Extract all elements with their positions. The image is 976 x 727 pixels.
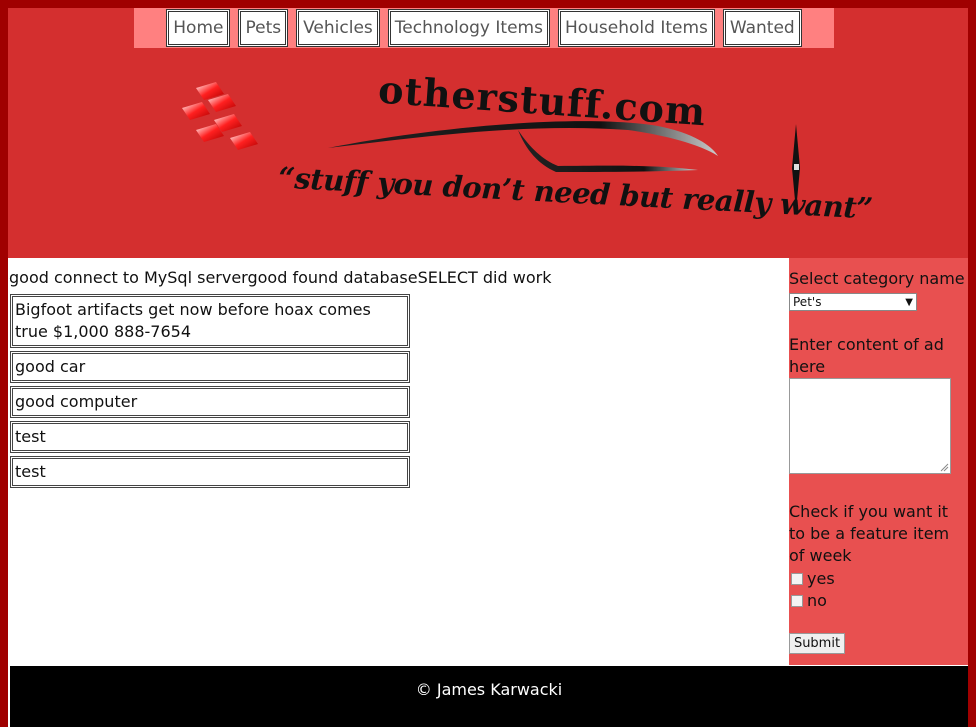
category-select[interactable]: Pet's ▼	[789, 293, 917, 311]
page-frame: Home Pets Vehicles Technology Items Hous…	[8, 8, 968, 727]
ad-cell: test	[10, 456, 410, 488]
site-footer: © James Karwacki	[10, 666, 968, 727]
nav-household-items[interactable]: Household Items	[557, 9, 715, 47]
nav-home[interactable]: Home	[166, 9, 231, 47]
feature-no-checkbox[interactable]	[791, 594, 803, 607]
main-nav: Home Pets Vehicles Technology Items Hous…	[134, 8, 834, 48]
dropdown-arrow-icon: ▼	[905, 296, 913, 308]
site-logo: otherstuff.com “stuff you don’t need but…	[178, 67, 873, 238]
ad-cell: good computer	[10, 386, 410, 418]
table-row: Bigfoot artifacts get now before hoax co…	[10, 294, 410, 348]
ad-cell: test	[10, 421, 410, 453]
main-content: good connect to MySql servergood found d…	[8, 258, 789, 665]
feature-yes-row: yes	[791, 569, 835, 588]
ads-table: Bigfoot artifacts get now before hoax co…	[10, 291, 410, 491]
table-row: good car	[10, 351, 410, 383]
table-row: test	[10, 421, 410, 453]
nav-vehicles[interactable]: Vehicles	[296, 9, 380, 47]
content-label: Enter content of ad here	[789, 335, 944, 376]
submit-button[interactable]: Submit	[789, 633, 845, 654]
flag-icon	[182, 82, 258, 150]
nav-pets[interactable]: Pets	[238, 9, 289, 47]
status-text: good connect to MySql servergood found d…	[9, 268, 552, 287]
ad-content-textarea[interactable]	[789, 378, 951, 474]
table-row: good computer	[10, 386, 410, 418]
resize-handle-icon	[940, 463, 949, 472]
feature-yes-label: yes	[807, 569, 835, 588]
ad-cell: good car	[10, 351, 410, 383]
feature-label: Check if you want it to be a feature ite…	[789, 502, 950, 565]
nav-technology-items[interactable]: Technology Items	[387, 9, 550, 47]
copyright-text: © James Karwacki	[415, 680, 563, 699]
feature-no-row: no	[791, 591, 827, 610]
ad-cell: Bigfoot artifacts get now before hoax co…	[10, 294, 410, 348]
category-label: Select category name	[789, 269, 965, 288]
feature-yes-checkbox[interactable]	[791, 572, 803, 585]
feature-no-label: no	[807, 591, 827, 610]
ad-form-sidebar: Select category name Pet's ▼ Enter conte…	[789, 258, 968, 665]
nav-wanted[interactable]: Wanted	[722, 9, 802, 47]
table-row: test	[10, 456, 410, 488]
category-select-value: Pet's	[793, 295, 822, 309]
site-header: Home Pets Vehicles Technology Items Hous…	[8, 8, 968, 258]
